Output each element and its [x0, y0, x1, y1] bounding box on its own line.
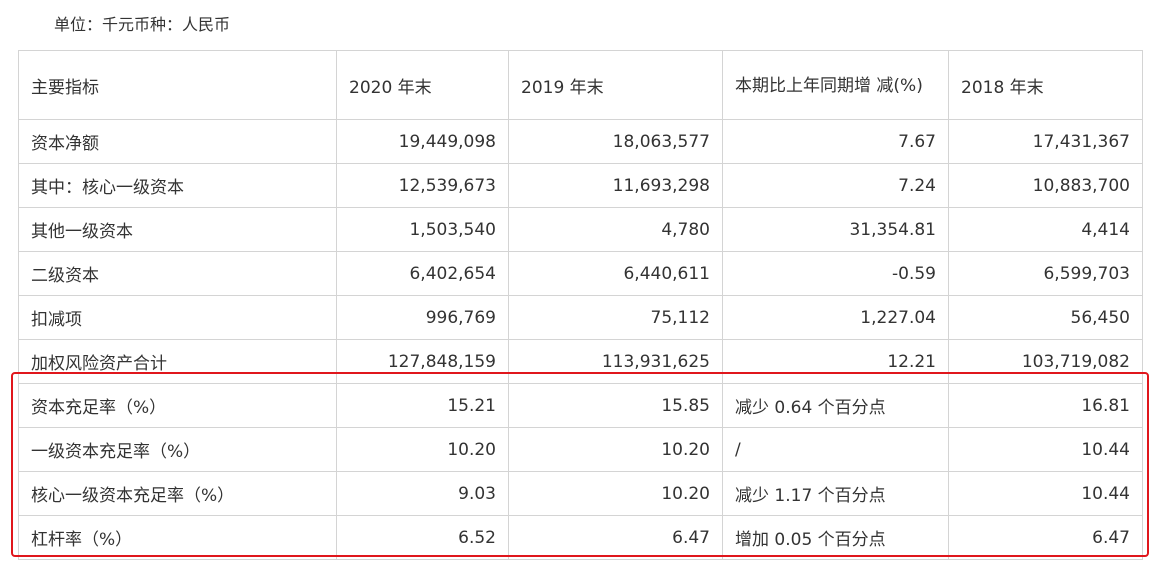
- row-label: 其他一级资本: [18, 207, 337, 252]
- header-2020: 2020 年末: [336, 50, 509, 120]
- table-cell: 7.67: [722, 119, 949, 164]
- table-cell: 17,431,367: [948, 119, 1143, 164]
- capital-adequacy-table: 主要指标 2020 年末 2019 年末 本期比上年同期增 减(%) 2018 …: [18, 50, 1143, 560]
- table-cell: 15.85: [508, 383, 723, 428]
- table-cell: 减少 0.64 个百分点: [722, 383, 949, 428]
- table-row: 其中：核心一级资本 12,539,673 11,693,298 7.24 10,883,…: [18, 163, 1143, 208]
- table-row: 资本净额 19,449,098 18,063,577 7.67 17,431,367: [18, 119, 1143, 164]
- unit-label: 单位：千元币种：人民币: [54, 15, 231, 34]
- row-label: 资本充足率（%）: [18, 383, 337, 428]
- table-row: 一级资本充足率（%） 10.20 10.20/10.44: [18, 427, 1143, 472]
- table-cell: 4,780: [508, 207, 723, 252]
- table-cell: 1,227.04: [722, 295, 949, 340]
- table-cell: 56,450: [948, 295, 1143, 340]
- row-label: 加权风险资产合计: [18, 339, 337, 384]
- table-cell: 10.20: [336, 427, 509, 472]
- table-cell: 31,354.81: [722, 207, 949, 252]
- row-label: 核心一级资本充足率（%）: [18, 471, 337, 516]
- table-row: 核心一级资本充足率（%） 9.03 10.20 减少 1.17 个百分点 10.44: [18, 471, 1143, 516]
- header-2019: 2019 年末: [508, 50, 723, 120]
- table-row: 资本充足率（%） 15.21 15.85 减少 0.64 个百分点 16.81: [18, 383, 1143, 428]
- table-cell: 11,693,298: [508, 163, 723, 208]
- row-label: 资本净额: [18, 119, 337, 164]
- row-label: 一级资本充足率（%）: [18, 427, 337, 472]
- table-cell: 4,414: [948, 207, 1143, 252]
- table-cell: 减少 1.17 个百分点: [722, 471, 949, 516]
- table-cell: 6.47: [948, 515, 1143, 560]
- header-2018: 2018 年末: [948, 50, 1143, 120]
- table-row: 扣减项 996,769 75,112 1,227.04 56,450: [18, 295, 1143, 340]
- table-row: 二级资本 6,402,654 6,440,611 -0.59 6,599,703: [18, 251, 1143, 296]
- table-cell: 10,883,700: [948, 163, 1143, 208]
- table-cell: 10.44: [948, 427, 1143, 472]
- table-cell: 19,449,098: [336, 119, 509, 164]
- table-cell: 9.03: [336, 471, 509, 516]
- table-cell: 127,848,159: [336, 339, 509, 384]
- table-cell: 6.52: [336, 515, 509, 560]
- table-cell: 103,719,082: [948, 339, 1143, 384]
- table-cell: -0.59: [722, 251, 949, 296]
- table-cell: 996,769: [336, 295, 509, 340]
- table-row: 加权风险资产合计 127,848,159 113,931,625 12.21 103,7…: [18, 339, 1143, 384]
- table-cell: 7.24: [722, 163, 949, 208]
- table-cell: 10.44: [948, 471, 1143, 516]
- row-label: 杠杆率（%）: [18, 515, 337, 560]
- table-cell: 6,402,654: [336, 251, 509, 296]
- row-label: 二级资本: [18, 251, 337, 296]
- table-cell: 10.20: [508, 471, 723, 516]
- table-cell: 15.21: [336, 383, 509, 428]
- row-label: 扣减项: [18, 295, 337, 340]
- table-cell: 75,112: [508, 295, 723, 340]
- table-cell: /: [722, 427, 949, 472]
- header-indicator: 主要指标: [18, 50, 337, 120]
- table-cell: 6,440,611: [508, 251, 723, 296]
- table-row: 杠杆率（%） 6.52 6.47 增加 0.05 个百分点 6.47: [18, 515, 1143, 560]
- table-cell: 10.20: [508, 427, 723, 472]
- table-row: 其他一级资本 1,503,540 4,780 31,354.81 4,414: [18, 207, 1143, 252]
- table-cell: 18,063,577: [508, 119, 723, 164]
- table-cell: 6.47: [508, 515, 723, 560]
- table-cell: 12.21: [722, 339, 949, 384]
- table-cell: 16.81: [948, 383, 1143, 428]
- row-label: 其中：核心一级资本: [18, 163, 337, 208]
- table-cell: 113,931,625: [508, 339, 723, 384]
- table-cell: 6,599,703: [948, 251, 1143, 296]
- table-cell: 增加 0.05 个百分点: [722, 515, 949, 560]
- table-cell: 1,503,540: [336, 207, 509, 252]
- table-cell: 12,539,673: [336, 163, 509, 208]
- header-change: 本期比上年同期增 减(%): [722, 50, 949, 120]
- table-header-row: 主要指标 2020 年末 2019 年末 本期比上年同期增 减(%) 2018 …: [18, 50, 1143, 120]
